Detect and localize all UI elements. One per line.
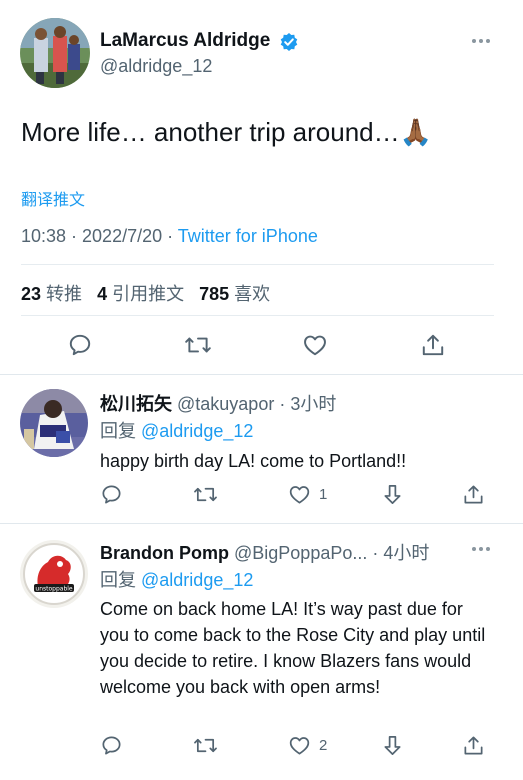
reply-header: 松川拓矢 @takuyapor · 3小时 [100,390,336,416]
like-button[interactable] [302,330,328,360]
dislike-icon [384,484,401,504]
dislike-button[interactable] [381,730,404,760]
retweets-label[interactable]: 转推 [46,284,82,304]
tweet-action-bar [0,330,523,360]
reply-author-name[interactable]: 松川拓矢 [100,394,172,414]
tweet-meta: 10:38 · 2022/7/20 · Twitter for iPhone [21,226,318,247]
reply-icon [102,735,121,755]
reply-action-bar: 2 [0,730,523,760]
share-button[interactable] [462,730,485,760]
verified-icon [280,33,298,51]
reply-button[interactable] [100,479,123,509]
reply-icon [102,484,121,504]
tweet-stats: 23 转推 4 引用推文 785 喜欢 [21,280,280,306]
share-button[interactable] [462,479,485,509]
reply-to-label: 回复 [100,570,142,590]
reply-mention[interactable]: @aldridge_12 [141,570,253,590]
reply-avatar[interactable]: unstoppable [20,540,88,608]
share-icon [464,484,483,504]
quotes-count[interactable]: 4 [97,284,107,304]
reply-handle-time[interactable]: @takuyapor · 3小时 [172,394,336,414]
tweet-text: More life… another trip around…🙏🏾 [21,117,432,147]
author-name[interactable]: LaMarcus Aldridge [100,30,270,52]
reply-to-line: 回复 @aldridge_12 [100,566,253,592]
retweet-icon [185,337,211,353]
reply-handle-time[interactable]: @BigPoppaPo... · 4小时 [229,543,429,563]
like-button[interactable]: 2 [288,730,327,760]
reply-action-bar: 1 [0,479,523,509]
retweet-button[interactable] [184,330,212,360]
retweet-icon [194,487,217,501]
divider [21,264,494,265]
reply-icon [69,334,91,356]
dislike-button[interactable] [381,479,404,509]
reply-to-line: 回复 @aldridge_12 [100,417,253,443]
retweets-count[interactable]: 23 [21,284,41,304]
author-handle[interactable]: @aldridge_12 [100,56,212,77]
reply-avatar[interactable] [20,389,88,457]
reply-author-name[interactable]: Brandon Pomp [100,543,229,563]
main-tweet: LaMarcus Aldridge @aldridge_12 More life… [0,0,523,375]
retweet-button[interactable] [193,479,218,509]
reply-text: Come on back home LA! It’s way past due … [100,599,486,697]
reply-header: Brandon Pomp @BigPoppaPo... · 4小时 [100,539,429,565]
like-icon [289,736,310,755]
svg-text:unstoppable: unstoppable [35,586,73,593]
likes-label[interactable]: 喜欢 [234,284,270,304]
reply-text: happy birth day LA! come to Portland!! [100,451,407,471]
quotes-label[interactable]: 引用推文 [112,284,184,304]
reply-to-label: 回复 [100,421,142,441]
dislike-icon [384,735,401,755]
like-icon [289,485,310,504]
like-count: 2 [319,736,328,754]
more-icon[interactable] [472,39,490,43]
more-icon[interactable] [472,547,490,551]
share-button[interactable] [420,330,446,360]
like-icon [304,335,326,356]
divider [21,315,494,316]
translate-link[interactable]: 翻译推文 [21,186,85,210]
tweet-timestamp[interactable]: 10:38 · 2022/7/20 · [21,226,178,246]
retweet-button[interactable] [193,730,218,760]
tweet-source[interactable]: Twitter for iPhone [178,226,318,246]
reply-button[interactable] [100,730,123,760]
author-avatar[interactable] [20,18,90,88]
likes-count[interactable]: 785 [199,284,229,304]
like-button[interactable]: 1 [288,479,327,509]
reply-tweet[interactable]: 松川拓矢 @takuyapor · 3小时 回复 @aldridge_12 ha… [0,375,523,523]
share-icon [422,334,444,356]
retweet-icon [194,738,217,752]
reply-button[interactable] [67,330,93,360]
reply-mention[interactable]: @aldridge_12 [141,421,253,441]
reply-tweet[interactable]: unstoppable Brandon Pomp @BigPoppaPo... … [0,524,523,780]
like-count: 1 [319,485,328,503]
share-icon [464,735,483,755]
